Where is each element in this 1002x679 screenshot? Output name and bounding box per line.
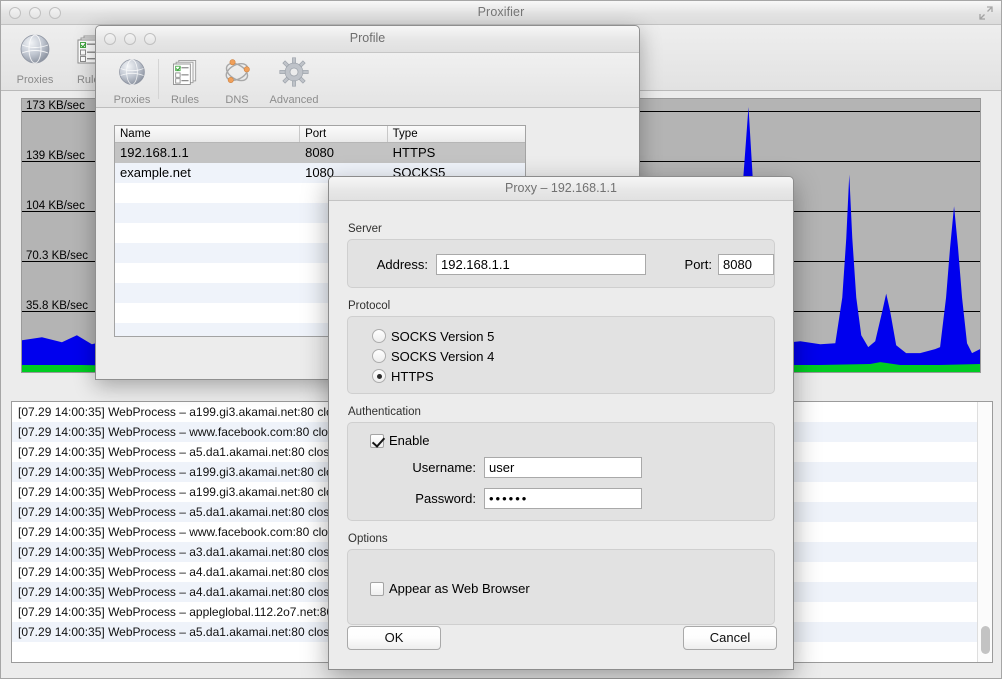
password-label: Password: <box>398 491 476 506</box>
column-header-name[interactable]: Name <box>115 126 300 142</box>
globe-icon <box>116 56 148 88</box>
profile-tab-label-rules: Rules <box>159 94 211 106</box>
radio-https-indicator[interactable] <box>372 369 386 383</box>
profile-toolbar: Proxies Rules <box>96 53 639 108</box>
gear-icon <box>278 56 310 88</box>
radio-https[interactable]: HTTPS <box>372 366 774 386</box>
profile-title: Profile <box>96 31 639 45</box>
globe-icon <box>17 31 53 67</box>
toolbar-item-proxies[interactable]: Proxies <box>7 29 63 86</box>
column-header-type[interactable]: Type <box>388 126 525 142</box>
profile-tab-dns[interactable]: DNS <box>211 55 263 106</box>
appear-as-web-browser-checkbox[interactable] <box>370 582 384 596</box>
enable-auth-checkbox[interactable] <box>370 434 384 448</box>
dialog-titlebar: Proxy – 192.168.1.1 <box>329 177 793 201</box>
main-titlebar: Proxifier <box>1 1 1001 25</box>
chart-y-label-0: 173 KB/sec <box>26 100 85 112</box>
dns-network-icon <box>221 56 253 88</box>
chart-y-label-1: 139 KB/sec <box>26 150 85 162</box>
cancel-button[interactable]: Cancel <box>683 626 777 650</box>
password-input[interactable] <box>484 488 642 509</box>
address-label: Address: <box>360 257 428 272</box>
profile-tab-label-advanced: Advanced <box>263 94 325 106</box>
dialog-title: Proxy – 192.168.1.1 <box>329 181 793 195</box>
checklist-icon <box>169 56 201 88</box>
table-row[interactable]: 192.168.1.18080HTTPS <box>115 143 525 163</box>
profile-tab-label-dns: DNS <box>211 94 263 106</box>
protocol-group-label: Protocol <box>348 300 793 312</box>
profile-tab-advanced[interactable]: Advanced <box>263 55 325 106</box>
port-label: Port: <box>670 257 712 272</box>
username-input[interactable] <box>484 457 642 478</box>
profile-tab-rules[interactable]: Rules <box>159 55 211 106</box>
port-input[interactable] <box>718 254 774 275</box>
profile-tab-proxies[interactable]: Proxies <box>106 55 158 106</box>
options-group: Appear as Web Browser <box>347 549 775 625</box>
ok-button[interactable]: OK <box>347 626 441 650</box>
toolbar-label-proxies: Proxies <box>7 74 63 86</box>
radio-socks4-indicator[interactable] <box>372 349 386 363</box>
profile-titlebar: Profile <box>96 26 639 53</box>
server-group: Address: Port: <box>347 239 775 288</box>
server-group-label: Server <box>348 223 793 235</box>
proxy-type: HTTPS <box>388 143 525 163</box>
profile-tab-label-proxies: Proxies <box>106 94 158 106</box>
chart-y-label-2: 104 KB/sec <box>26 200 85 212</box>
radio-socks5-indicator[interactable] <box>372 329 386 343</box>
protocol-group: SOCKS Version 5 SOCKS Version 4 HTTPS <box>347 316 775 394</box>
radio-socks4-label: SOCKS Version 4 <box>391 349 494 364</box>
column-header-port[interactable]: Port <box>300 126 388 142</box>
proxy-name: example.net <box>115 163 300 183</box>
proxy-settings-dialog: Proxy – 192.168.1.1 Server Address: Port… <box>328 176 794 670</box>
chart-y-label-3: 70.3 KB/sec <box>26 250 88 262</box>
web-browser-checkbox-row[interactable]: Appear as Web Browser <box>370 581 774 596</box>
chart-y-label-4: 35.8 KB/sec <box>26 300 88 312</box>
fullscreen-icon[interactable] <box>979 6 993 20</box>
page-title: Proxifier <box>1 5 1001 19</box>
proxy-port: 8080 <box>300 143 388 163</box>
radio-https-label: HTTPS <box>391 369 434 384</box>
log-scrollbar[interactable] <box>977 402 992 662</box>
log-scrollbar-thumb[interactable] <box>981 626 990 654</box>
proxy-name: 192.168.1.1 <box>115 143 300 163</box>
username-label: Username: <box>398 460 476 475</box>
enable-auth-checkbox-row[interactable]: Enable <box>370 433 774 448</box>
options-group-label: Options <box>348 533 793 545</box>
enable-auth-label: Enable <box>389 433 429 448</box>
authentication-group-label: Authentication <box>348 406 793 418</box>
radio-socks5-label: SOCKS Version 5 <box>391 329 494 344</box>
table-header: Name Port Type <box>115 126 525 143</box>
radio-socks5[interactable]: SOCKS Version 5 <box>372 326 774 346</box>
address-input[interactable] <box>436 254 646 275</box>
appear-as-web-browser-label: Appear as Web Browser <box>389 581 530 596</box>
authentication-group: Enable Username: Password: <box>347 422 775 521</box>
radio-socks4[interactable]: SOCKS Version 4 <box>372 346 774 366</box>
